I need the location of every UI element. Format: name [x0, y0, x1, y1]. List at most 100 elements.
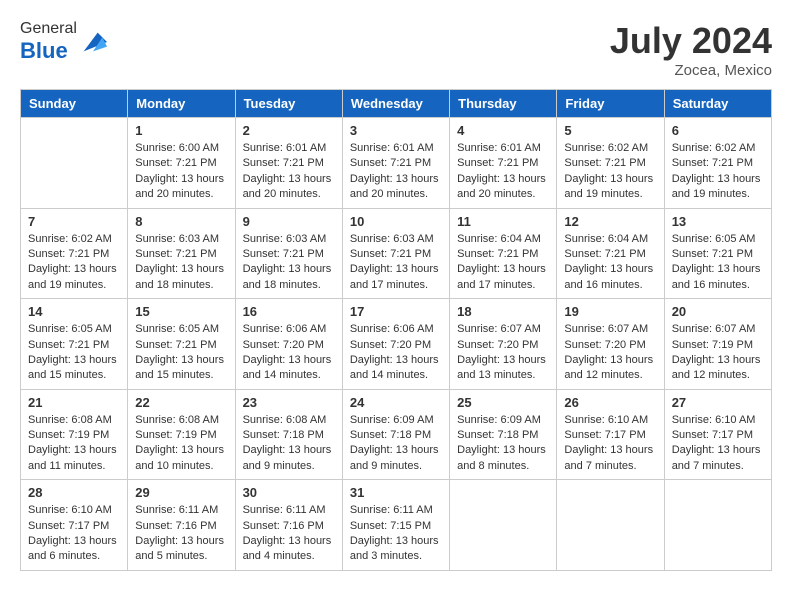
day-info: Sunrise: 6:03 AMSunset: 7:21 PMDaylight:… — [243, 232, 335, 294]
day-info: Sunrise: 6:00 AMSunset: 7:21 PMDaylight:… — [135, 141, 227, 203]
weekday-header-sunday: Sunday — [21, 90, 128, 118]
calendar-cell: 6 Sunrise: 6:02 AMSunset: 7:21 PMDaylight… — [664, 118, 771, 209]
day-number: 14 — [28, 304, 120, 319]
day-info: Sunrise: 6:01 AMSunset: 7:21 PMDaylight:… — [243, 141, 335, 203]
weekday-header-wednesday: Wednesday — [342, 90, 449, 118]
day-info: Sunrise: 6:08 AMSunset: 7:19 PMDaylight:… — [135, 413, 227, 475]
day-number: 13 — [672, 214, 764, 229]
calendar-cell — [664, 480, 771, 571]
day-info: Sunrise: 6:05 AMSunset: 7:21 PMDaylight:… — [135, 322, 227, 384]
calendar-cell: 20 Sunrise: 6:07 AMSunset: 7:19 PMDayligh… — [664, 299, 771, 390]
day-info: Sunrise: 6:05 AMSunset: 7:21 PMDaylight:… — [28, 322, 120, 384]
calendar-cell: 22Sunrise: 6:08 AMSunset: 7:19 PMDayligh… — [128, 389, 235, 480]
calendar-cell: 12 Sunrise: 6:04 AMSunset: 7:21 PMDayligh… — [557, 208, 664, 299]
weekday-header-friday: Friday — [557, 90, 664, 118]
day-number: 30 — [243, 485, 335, 500]
day-number: 21 — [28, 395, 120, 410]
logo: General Blue — [20, 20, 107, 64]
calendar-cell: 8 Sunrise: 6:03 AMSunset: 7:21 PMDaylight… — [128, 208, 235, 299]
day-info: Sunrise: 6:04 AMSunset: 7:21 PMDaylight:… — [457, 232, 549, 294]
day-number: 1 — [135, 123, 227, 138]
calendar-cell: 30Sunrise: 6:11 AMSunset: 7:16 PMDayligh… — [235, 480, 342, 571]
weekday-header-thursday: Thursday — [450, 90, 557, 118]
day-number: 25 — [457, 395, 549, 410]
day-info: Sunrise: 6:07 AMSunset: 7:20 PMDaylight:… — [564, 322, 656, 384]
day-info: Sunrise: 6:09 AMSunset: 7:18 PMDaylight:… — [457, 413, 549, 475]
day-info: Sunrise: 6:02 AMSunset: 7:21 PMDaylight:… — [564, 141, 656, 203]
calendar-cell — [21, 118, 128, 209]
calendar-table: SundayMondayTuesdayWednesdayThursdayFrid… — [20, 89, 772, 571]
day-info: Sunrise: 6:04 AMSunset: 7:21 PMDaylight:… — [564, 232, 656, 294]
logo-blue-text: Blue — [20, 38, 68, 63]
calendar-cell: 18 Sunrise: 6:07 AMSunset: 7:20 PMDayligh… — [450, 299, 557, 390]
calendar-cell: 9Sunrise: 6:03 AMSunset: 7:21 PMDaylight… — [235, 208, 342, 299]
day-number: 28 — [28, 485, 120, 500]
location: Zocea, Mexico — [610, 62, 772, 79]
day-info: Sunrise: 6:01 AMSunset: 7:21 PMDaylight:… — [457, 141, 549, 203]
day-info: Sunrise: 6:10 AMSunset: 7:17 PMDaylight:… — [28, 503, 120, 565]
day-number: 6 — [672, 123, 764, 138]
day-info: Sunrise: 6:02 AMSunset: 7:21 PMDaylight:… — [672, 141, 764, 203]
calendar-cell: 4 Sunrise: 6:01 AMSunset: 7:21 PMDaylight… — [450, 118, 557, 209]
day-number: 17 — [350, 304, 442, 319]
calendar-cell: 24 Sunrise: 6:09 AMSunset: 7:18 PMDayligh… — [342, 389, 449, 480]
day-number: 16 — [243, 304, 335, 319]
day-number: 23 — [243, 395, 335, 410]
calendar-cell: 23 Sunrise: 6:08 AMSunset: 7:18 PMDayligh… — [235, 389, 342, 480]
calendar-week-row: 1 Sunrise: 6:00 AMSunset: 7:21 PMDaylight… — [21, 118, 772, 209]
day-info: Sunrise: 6:07 AMSunset: 7:20 PMDaylight:… — [457, 322, 549, 384]
calendar-cell: 19 Sunrise: 6:07 AMSunset: 7:20 PMDayligh… — [557, 299, 664, 390]
calendar-cell: 7 Sunrise: 6:02 AMSunset: 7:21 PMDaylight… — [21, 208, 128, 299]
day-number: 5 — [564, 123, 656, 138]
calendar-cell: 14 Sunrise: 6:05 AMSunset: 7:21 PMDayligh… — [21, 299, 128, 390]
day-info: Sunrise: 6:09 AMSunset: 7:18 PMDaylight:… — [350, 413, 442, 475]
day-info: Sunrise: 6:07 AMSunset: 7:19 PMDaylight:… — [672, 322, 764, 384]
day-info: Sunrise: 6:08 AMSunset: 7:19 PMDaylight:… — [28, 413, 120, 475]
day-info: Sunrise: 6:11 AMSunset: 7:15 PMDaylight:… — [350, 503, 442, 565]
title-block: July 2024 Zocea, Mexico — [610, 20, 772, 79]
calendar-cell: 17Sunrise: 6:06 AMSunset: 7:20 PMDayligh… — [342, 299, 449, 390]
calendar-cell: 15Sunrise: 6:05 AMSunset: 7:21 PMDayligh… — [128, 299, 235, 390]
calendar-cell: 31Sunrise: 6:11 AMSunset: 7:15 PMDayligh… — [342, 480, 449, 571]
calendar-week-row: 21 Sunrise: 6:08 AMSunset: 7:19 PMDayligh… — [21, 389, 772, 480]
logo-general-text: General — [20, 20, 77, 37]
day-info: Sunrise: 6:11 AMSunset: 7:16 PMDaylight:… — [135, 503, 227, 565]
day-number: 12 — [564, 214, 656, 229]
day-number: 19 — [564, 304, 656, 319]
calendar-week-row: 14 Sunrise: 6:05 AMSunset: 7:21 PMDayligh… — [21, 299, 772, 390]
day-info: Sunrise: 6:06 AMSunset: 7:20 PMDaylight:… — [243, 322, 335, 384]
calendar-cell: 25 Sunrise: 6:09 AMSunset: 7:18 PMDayligh… — [450, 389, 557, 480]
day-info: Sunrise: 6:01 AMSunset: 7:21 PMDaylight:… — [350, 141, 442, 203]
day-info: Sunrise: 6:10 AMSunset: 7:17 PMDaylight:… — [564, 413, 656, 475]
calendar-cell: 5 Sunrise: 6:02 AMSunset: 7:21 PMDaylight… — [557, 118, 664, 209]
day-number: 4 — [457, 123, 549, 138]
day-number: 29 — [135, 485, 227, 500]
calendar-cell: 11 Sunrise: 6:04 AMSunset: 7:21 PMDayligh… — [450, 208, 557, 299]
day-number: 11 — [457, 214, 549, 229]
calendar-cell: 2 Sunrise: 6:01 AMSunset: 7:21 PMDaylight… — [235, 118, 342, 209]
calendar-cell — [450, 480, 557, 571]
calendar-cell: 1 Sunrise: 6:00 AMSunset: 7:21 PMDaylight… — [128, 118, 235, 209]
logo-icon — [79, 28, 107, 56]
day-number: 26 — [564, 395, 656, 410]
weekday-header-monday: Monday — [128, 90, 235, 118]
weekday-header-tuesday: Tuesday — [235, 90, 342, 118]
day-number: 3 — [350, 123, 442, 138]
month-title: July 2024 — [610, 20, 772, 62]
day-number: 18 — [457, 304, 549, 319]
calendar-cell: 10Sunrise: 6:03 AMSunset: 7:21 PMDayligh… — [342, 208, 449, 299]
day-number: 24 — [350, 395, 442, 410]
day-number: 20 — [672, 304, 764, 319]
calendar-cell: 13 Sunrise: 6:05 AMSunset: 7:21 PMDayligh… — [664, 208, 771, 299]
weekday-header-saturday: Saturday — [664, 90, 771, 118]
calendar-cell: 21 Sunrise: 6:08 AMSunset: 7:19 PMDayligh… — [21, 389, 128, 480]
day-info: Sunrise: 6:02 AMSunset: 7:21 PMDaylight:… — [28, 232, 120, 294]
day-info: Sunrise: 6:08 AMSunset: 7:18 PMDaylight:… — [243, 413, 335, 475]
day-number: 7 — [28, 214, 120, 229]
day-number: 2 — [243, 123, 335, 138]
calendar-cell — [557, 480, 664, 571]
day-info: Sunrise: 6:05 AMSunset: 7:21 PMDaylight:… — [672, 232, 764, 294]
day-info: Sunrise: 6:03 AMSunset: 7:21 PMDaylight:… — [350, 232, 442, 294]
day-number: 8 — [135, 214, 227, 229]
day-info: Sunrise: 6:03 AMSunset: 7:21 PMDaylight:… — [135, 232, 227, 294]
